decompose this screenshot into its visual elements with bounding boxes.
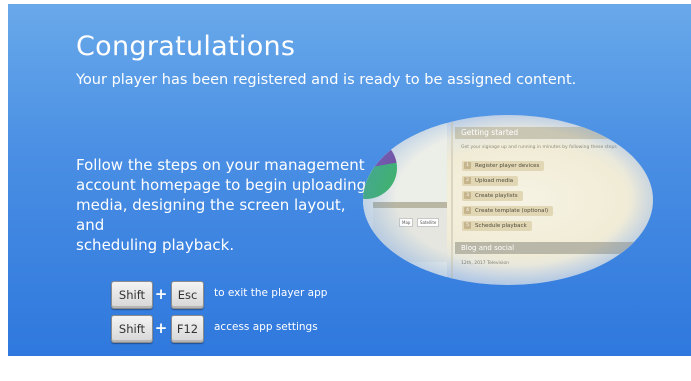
settings-shortcut-description: access app settings bbox=[214, 321, 318, 333]
getting-started-step: 1 Register player devices bbox=[462, 161, 545, 171]
plus-sign: + bbox=[154, 285, 168, 303]
instructions-line: Follow the steps on your management bbox=[76, 156, 365, 174]
step-number: 3 bbox=[464, 192, 471, 199]
instructions-text: Follow the steps on your management acco… bbox=[76, 155, 376, 255]
f12-key: F12 bbox=[171, 315, 204, 343]
satellite-button: Satellite bbox=[417, 218, 440, 227]
step-label: Schedule playback bbox=[475, 223, 527, 229]
blog-social-header: Blog and social bbox=[455, 242, 653, 254]
page-subtitle: Your player has been registered and is r… bbox=[76, 72, 577, 88]
preview-dashboard-panel: Map Satellite bbox=[363, 115, 447, 285]
plus-sign: + bbox=[154, 319, 168, 337]
step-number: 4 bbox=[464, 207, 471, 214]
instructions-line: media, designing the screen layout, and bbox=[76, 196, 346, 234]
getting-started-step: 5 Schedule playback bbox=[462, 221, 532, 231]
getting-started-step: 2 Upload media bbox=[462, 176, 519, 186]
getting-started-step: 4 Create template (optional) bbox=[462, 206, 554, 216]
map-button: Map bbox=[399, 218, 414, 227]
step-number: 1 bbox=[464, 162, 471, 169]
step-number: 5 bbox=[464, 222, 471, 229]
getting-started-intro: Get your signage up and running in minut… bbox=[461, 145, 617, 150]
blog-item: 12th, 2017 Television bbox=[461, 261, 509, 266]
step-label: Create playlists bbox=[475, 193, 518, 199]
exit-shortcut-description: to exit the player app bbox=[214, 287, 328, 299]
shift-key: Shift bbox=[111, 281, 153, 309]
step-label: Create template (optional) bbox=[475, 208, 549, 214]
esc-key: Esc bbox=[171, 281, 204, 309]
preview-divider bbox=[451, 115, 453, 285]
step-label: Upload media bbox=[475, 178, 514, 184]
player-registered-screen: Congratulations Your player has been reg… bbox=[8, 4, 691, 356]
homepage-preview-image: Map Satellite Getting started Get your s… bbox=[363, 115, 653, 285]
page-title: Congratulations bbox=[76, 31, 296, 62]
step-label: Register player devices bbox=[475, 163, 540, 169]
getting-started-header: Getting started bbox=[455, 127, 653, 139]
getting-started-step: 3 Create playlists bbox=[462, 191, 523, 201]
step-number: 2 bbox=[464, 177, 471, 184]
map-graphic: Map Satellite bbox=[373, 202, 447, 262]
shift-key: Shift bbox=[111, 315, 153, 343]
instructions-line: account homepage to begin uploading bbox=[76, 176, 367, 194]
pie-chart-graphic bbox=[363, 137, 397, 199]
instructions-line: scheduling playback. bbox=[76, 236, 235, 254]
